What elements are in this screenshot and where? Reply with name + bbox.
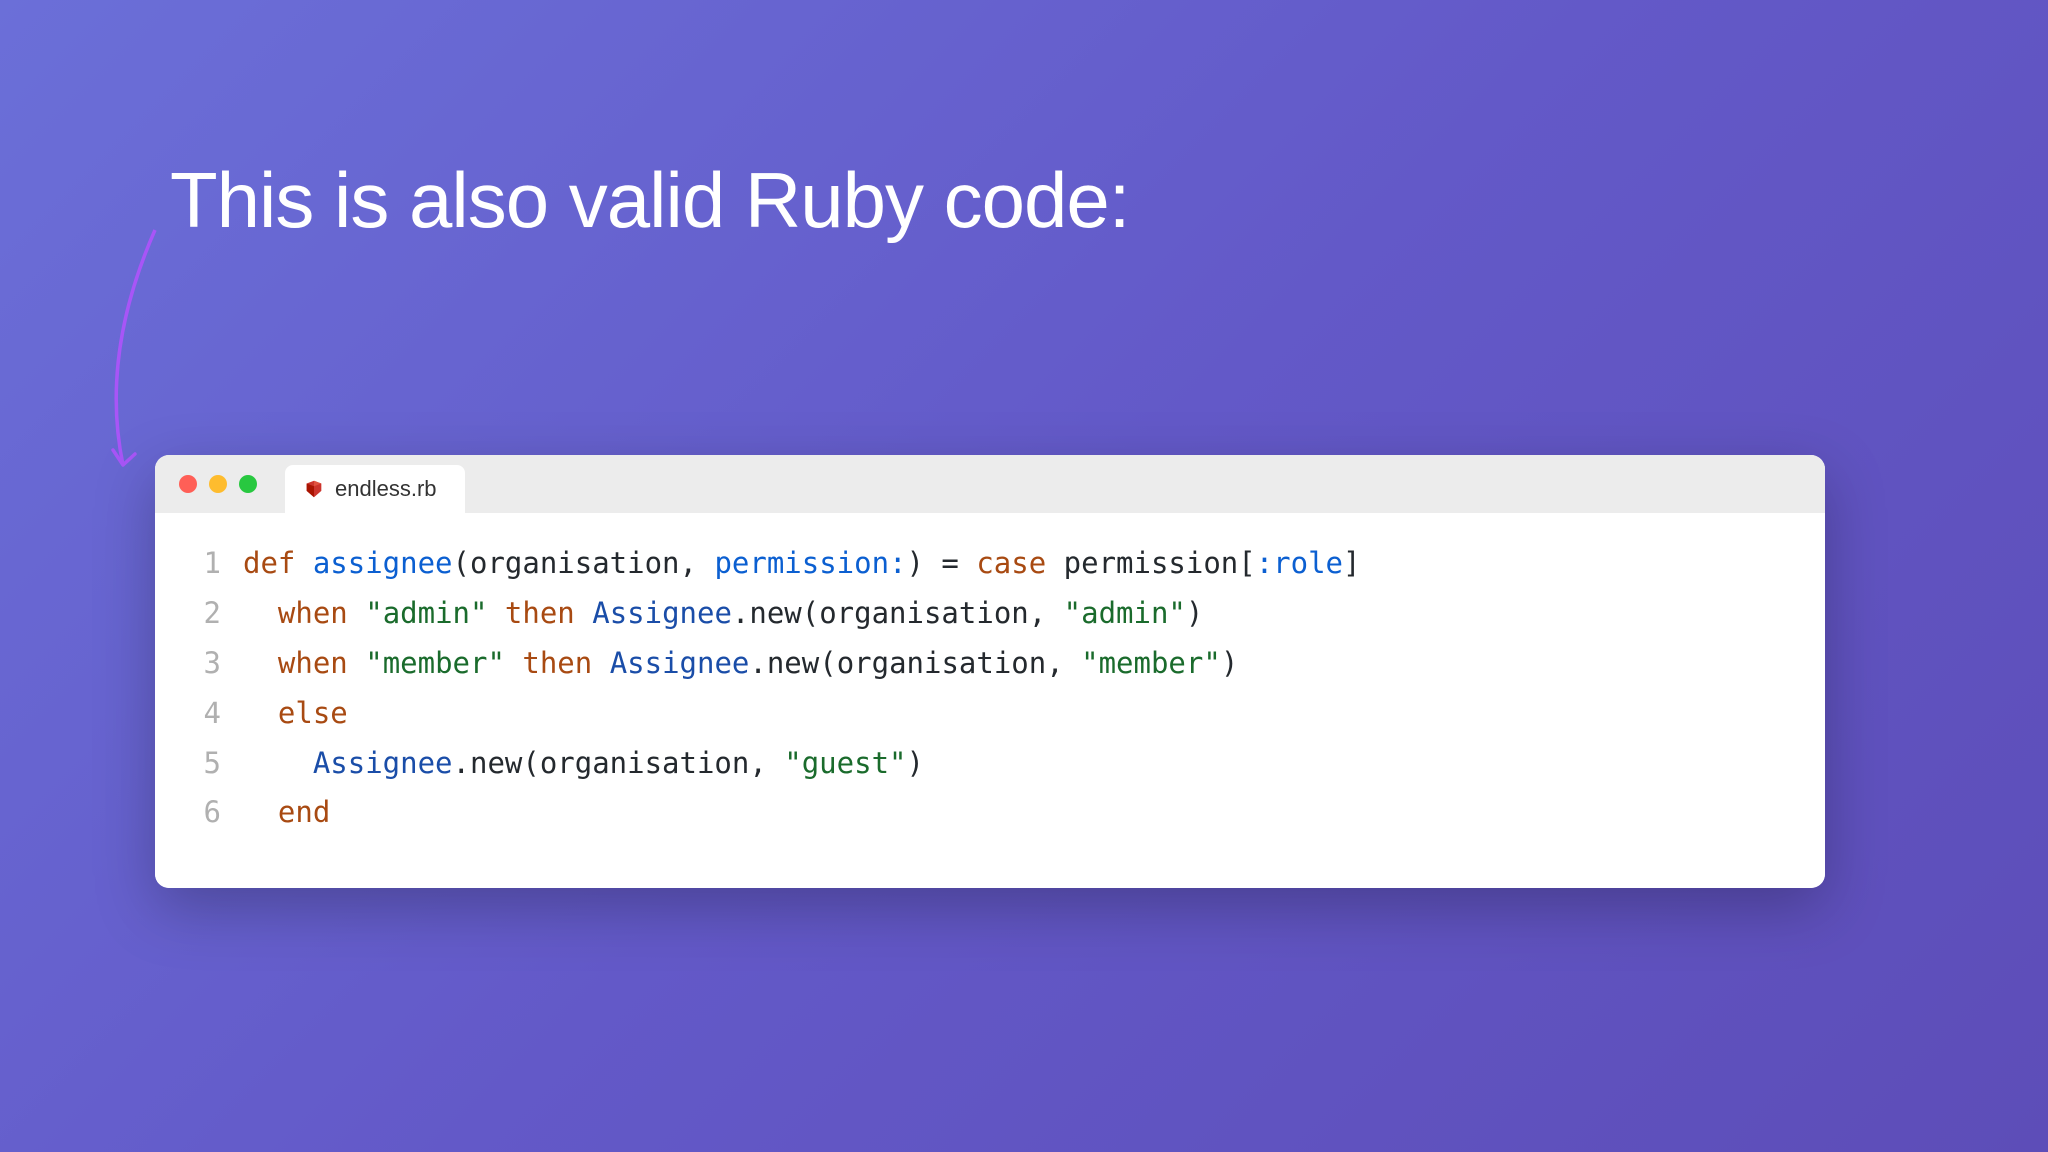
code-area: 1 def assignee(organisation, permission:)… (155, 513, 1825, 888)
code-content: else (243, 689, 348, 739)
tab-filename: endless.rb (335, 476, 437, 502)
file-tab[interactable]: endless.rb (285, 465, 465, 513)
code-line: 1 def assignee(organisation, permission:)… (185, 539, 1795, 589)
code-editor-window: endless.rb 1 def assignee(organisation, p… (155, 455, 1825, 888)
line-number: 3 (185, 639, 221, 689)
line-number: 2 (185, 589, 221, 639)
code-content: end (243, 788, 330, 838)
window-titlebar: endless.rb (155, 455, 1825, 513)
line-number: 4 (185, 689, 221, 739)
ruby-icon (303, 478, 325, 500)
code-content: def assignee(organisation, permission:) … (243, 539, 1361, 589)
maximize-icon[interactable] (239, 475, 257, 493)
line-number: 1 (185, 539, 221, 589)
traffic-lights (179, 475, 257, 493)
code-line: 3 when "member" then Assignee.new(organi… (185, 639, 1795, 689)
code-line: 2 when "admin" then Assignee.new(organis… (185, 589, 1795, 639)
code-line: 6 end (185, 788, 1795, 838)
close-icon[interactable] (179, 475, 197, 493)
line-number: 5 (185, 739, 221, 789)
line-number: 6 (185, 788, 221, 838)
slide-heading: This is also valid Ruby code: (170, 155, 1129, 246)
code-line: 5 Assignee.new(organisation, "guest") (185, 739, 1795, 789)
arrow-annotation (95, 225, 205, 485)
code-content: when "admin" then Assignee.new(organisat… (243, 589, 1203, 639)
code-content: when "member" then Assignee.new(organisa… (243, 639, 1238, 689)
minimize-icon[interactable] (209, 475, 227, 493)
code-content: Assignee.new(organisation, "guest") (243, 739, 924, 789)
code-line: 4 else (185, 689, 1795, 739)
